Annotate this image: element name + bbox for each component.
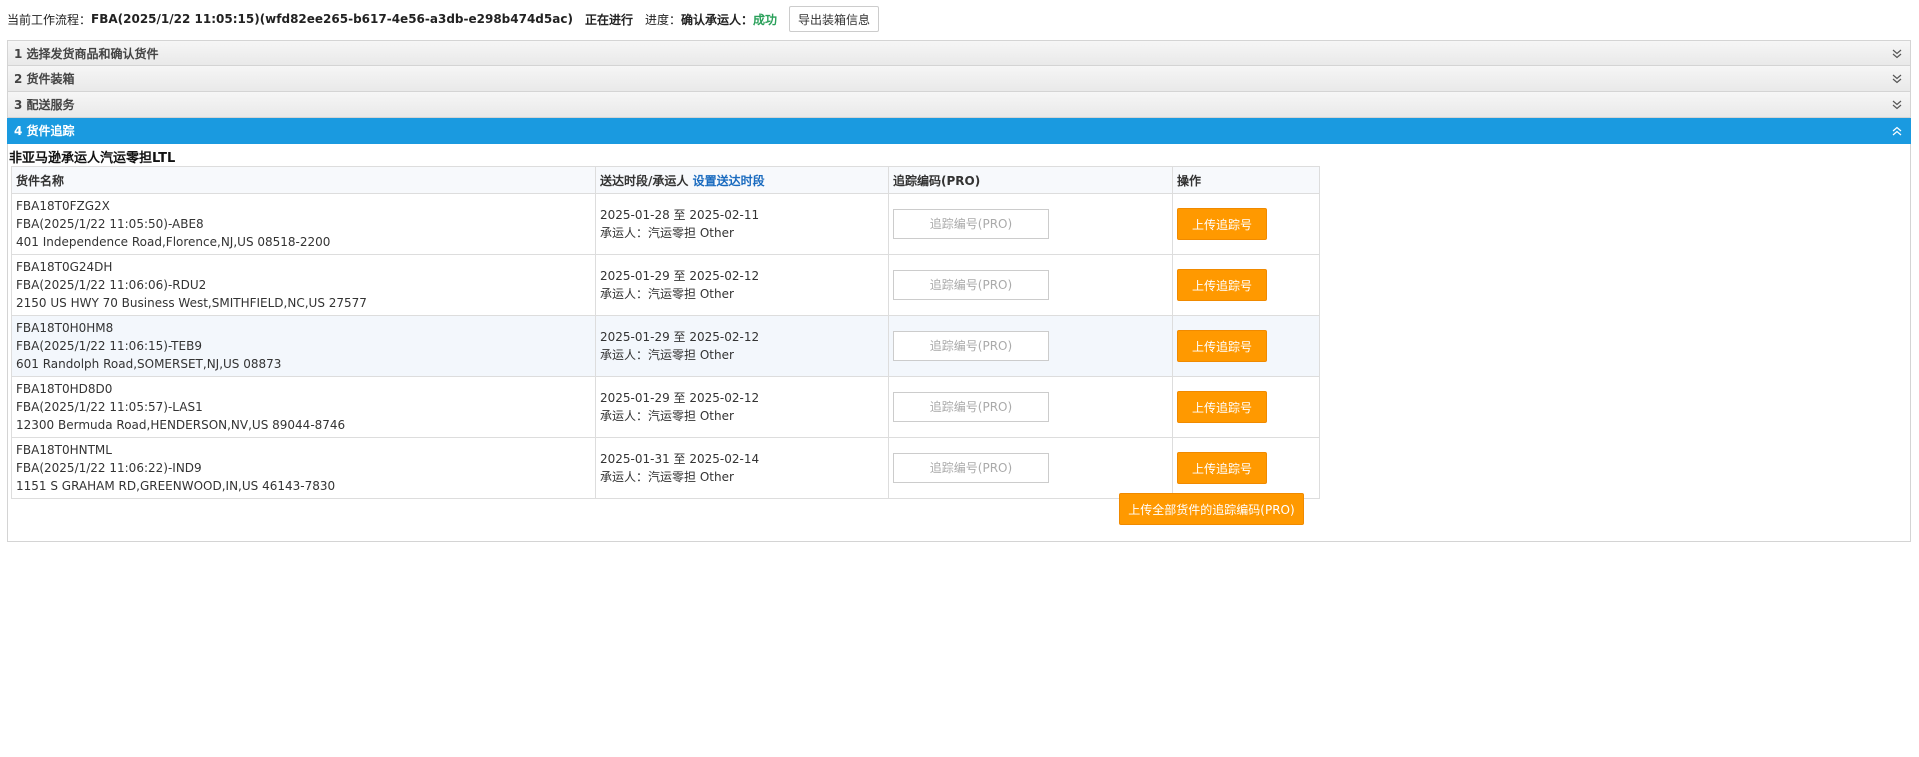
pro-input[interactable] [893,209,1049,239]
shipment-name: FBA(2025/1/22 11:05:50)-ABE8 [16,217,204,231]
shipment-address: 601 Randolph Road,SOMERSET,NJ,US 08873 [16,357,282,371]
pro-cell [888,376,1173,438]
upload-tracking-button[interactable]: 上传追踪号 [1177,391,1268,423]
pro-input[interactable] [893,392,1049,422]
pro-cell [888,254,1173,316]
workflow-bar: 当前工作流程： FBA(2025/1/22 11:05:15)(wfd82ee2… [7,5,880,33]
chevron-double-down-icon [1890,41,1904,67]
shipment-id: FBA18T0FZG2X [16,199,110,213]
col-pro: 追踪编码(PRO) [888,166,1173,194]
delivery-window: 2025-01-29 至 2025-02-12 [600,391,760,405]
shipment-cell: FBA18T0HNTML FBA(2025/1/22 11:06:22)-IND… [11,437,596,499]
upload-all-tracking-button[interactable]: 上传全部货件的追踪编码(PRO) [1119,493,1304,525]
action-cell: 上传追踪号 [1172,193,1320,255]
shipment-name: FBA(2025/1/22 11:05:57)-LAS1 [16,400,203,414]
delivery-window: 2025-01-28 至 2025-02-11 [600,208,760,222]
col-shipment-name: 货件名称 [11,166,596,194]
current-workflow-value: FBA(2025/1/22 11:05:15)(wfd82ee265-b617-… [91,12,573,26]
shipment-name: FBA(2025/1/22 11:06:15)-TEB9 [16,339,202,353]
table-row: FBA18T0HNTML FBA(2025/1/22 11:06:22)-IND… [11,437,1320,499]
window-cell: 2025-01-29 至 2025-02-12 承运人：汽运零担 Other [595,376,889,438]
action-cell: 上传追踪号 [1172,254,1320,316]
upload-tracking-button[interactable]: 上传追踪号 [1177,269,1268,301]
shipment-address: 401 Independence Road,Florence,NJ,US 085… [16,235,331,249]
progress-label: 进度： [644,12,681,27]
shipment-address: 12300 Bermuda Road,HENDERSON,NV,US 89044… [16,418,346,432]
col-delivery-window-label: 送达时段/承运人 [600,173,689,188]
delivery-window: 2025-01-31 至 2025-02-14 [600,452,760,466]
window-cell: 2025-01-31 至 2025-02-14 承运人：汽运零担 Other [595,437,889,499]
progress-value: 确认承运人： [680,12,753,27]
section-label: 1 选择发货商品和确认货件 [14,47,159,61]
shipment-address: 2150 US HWY 70 Business West,SMITHFIELD,… [16,296,367,310]
window-cell: 2025-01-29 至 2025-02-12 承运人：汽运零担 Other [595,315,889,377]
shipment-id: FBA18T0HD8D0 [16,382,113,396]
pro-cell [888,437,1173,499]
delivery-window: 2025-01-29 至 2025-02-12 [600,269,760,283]
page: 当前工作流程： FBA(2025/1/22 11:05:15)(wfd82ee2… [0,0,1919,757]
table-row: FBA18T0G24DH FBA(2025/1/22 11:06:06)-RDU… [11,254,1320,316]
section-delivery-service[interactable]: 3 配送服务 [7,92,1911,118]
shipment-id: FBA18T0HNTML [16,443,112,457]
upload-tracking-button[interactable]: 上传追踪号 [1177,208,1268,240]
table-header-row: 货件名称 送达时段/承运人 设置送达时段 追踪编码(PRO) 操作 [11,166,1320,194]
table-row: FBA18T0HD8D0 FBA(2025/1/22 11:05:57)-LAS… [11,376,1320,438]
current-workflow-label: 当前工作流程： [7,12,92,27]
section-tracking[interactable]: 4 货件追踪 [7,118,1911,144]
pro-cell [888,315,1173,377]
progress-result: 成功 [753,12,778,27]
pro-input[interactable] [893,331,1049,361]
shipment-id: FBA18T0G24DH [16,260,113,274]
shipment-cell: FBA18T0H0HM8 FBA(2025/1/22 11:06:15)-TEB… [11,315,596,377]
table-row: FBA18T0H0HM8 FBA(2025/1/22 11:06:15)-TEB… [11,315,1320,377]
set-delivery-window-link[interactable]: 设置送达时段 [693,174,765,188]
shipment-table: 货件名称 送达时段/承运人 设置送达时段 追踪编码(PRO) 操作 FBA18T… [11,166,1320,499]
section-select-goods[interactable]: 1 选择发货商品和确认货件 [7,40,1911,66]
workflow-accordion: 1 选择发货商品和确认货件 2 货件装箱 3 配送服务 4 货件追踪 非亚马逊承 [7,40,1911,542]
shipment-id: FBA18T0H0HM8 [16,321,114,335]
section-label: 2 货件装箱 [14,72,75,86]
chevron-double-up-icon [1890,118,1904,144]
shipment-address: 1151 S GRAHAM RD,GREENWOOD,IN,US 46143-7… [16,479,336,493]
table-row: FBA18T0FZG2X FBA(2025/1/22 11:05:50)-ABE… [11,193,1320,255]
shipment-name: FBA(2025/1/22 11:06:06)-RDU2 [16,278,207,292]
carrier: 承运人：汽运零担 Other [600,409,734,423]
pro-input[interactable] [893,270,1049,300]
upload-tracking-button[interactable]: 上传追踪号 [1177,330,1268,362]
shipment-cell: FBA18T0HD8D0 FBA(2025/1/22 11:05:57)-LAS… [11,376,596,438]
upload-tracking-button[interactable]: 上传追踪号 [1177,452,1268,484]
col-delivery-window: 送达时段/承运人 设置送达时段 [595,166,889,194]
carrier: 承运人：汽运零担 Other [600,470,734,484]
export-packing-button[interactable]: 导出装箱信息 [789,6,880,32]
action-cell: 上传追踪号 [1172,376,1320,438]
action-cell: 上传追踪号 [1172,437,1320,499]
section-label: 3 配送服务 [14,98,75,112]
ltl-title: 非亚马逊承运人汽运零担LTL [9,151,176,166]
section-label: 4 货件追踪 [14,124,75,138]
action-cell: 上传追踪号 [1172,315,1320,377]
col-action: 操作 [1172,166,1320,194]
pro-cell [888,193,1173,255]
shipment-cell: FBA18T0G24DH FBA(2025/1/22 11:06:06)-RDU… [11,254,596,316]
shipment-cell: FBA18T0FZG2X FBA(2025/1/22 11:05:50)-ABE… [11,193,596,255]
carrier: 承运人：汽运零担 Other [600,348,734,362]
workflow-status: 正在进行 [584,12,633,27]
window-cell: 2025-01-28 至 2025-02-11 承运人：汽运零担 Other [595,193,889,255]
chevron-double-down-icon [1890,66,1904,92]
section-packing[interactable]: 2 货件装箱 [7,66,1911,92]
pro-input[interactable] [893,453,1049,483]
tracking-panel: 非亚马逊承运人汽运零担LTL 货件名称 送达时段/承运人 设置送达时段 追踪编码… [7,144,1911,542]
carrier: 承运人：汽运零担 Other [600,287,734,301]
delivery-window: 2025-01-29 至 2025-02-12 [600,330,760,344]
shipment-name: FBA(2025/1/22 11:06:22)-IND9 [16,461,202,475]
window-cell: 2025-01-29 至 2025-02-12 承运人：汽运零担 Other [595,254,889,316]
carrier: 承运人：汽运零担 Other [600,226,734,240]
chevron-double-down-icon [1890,92,1904,118]
